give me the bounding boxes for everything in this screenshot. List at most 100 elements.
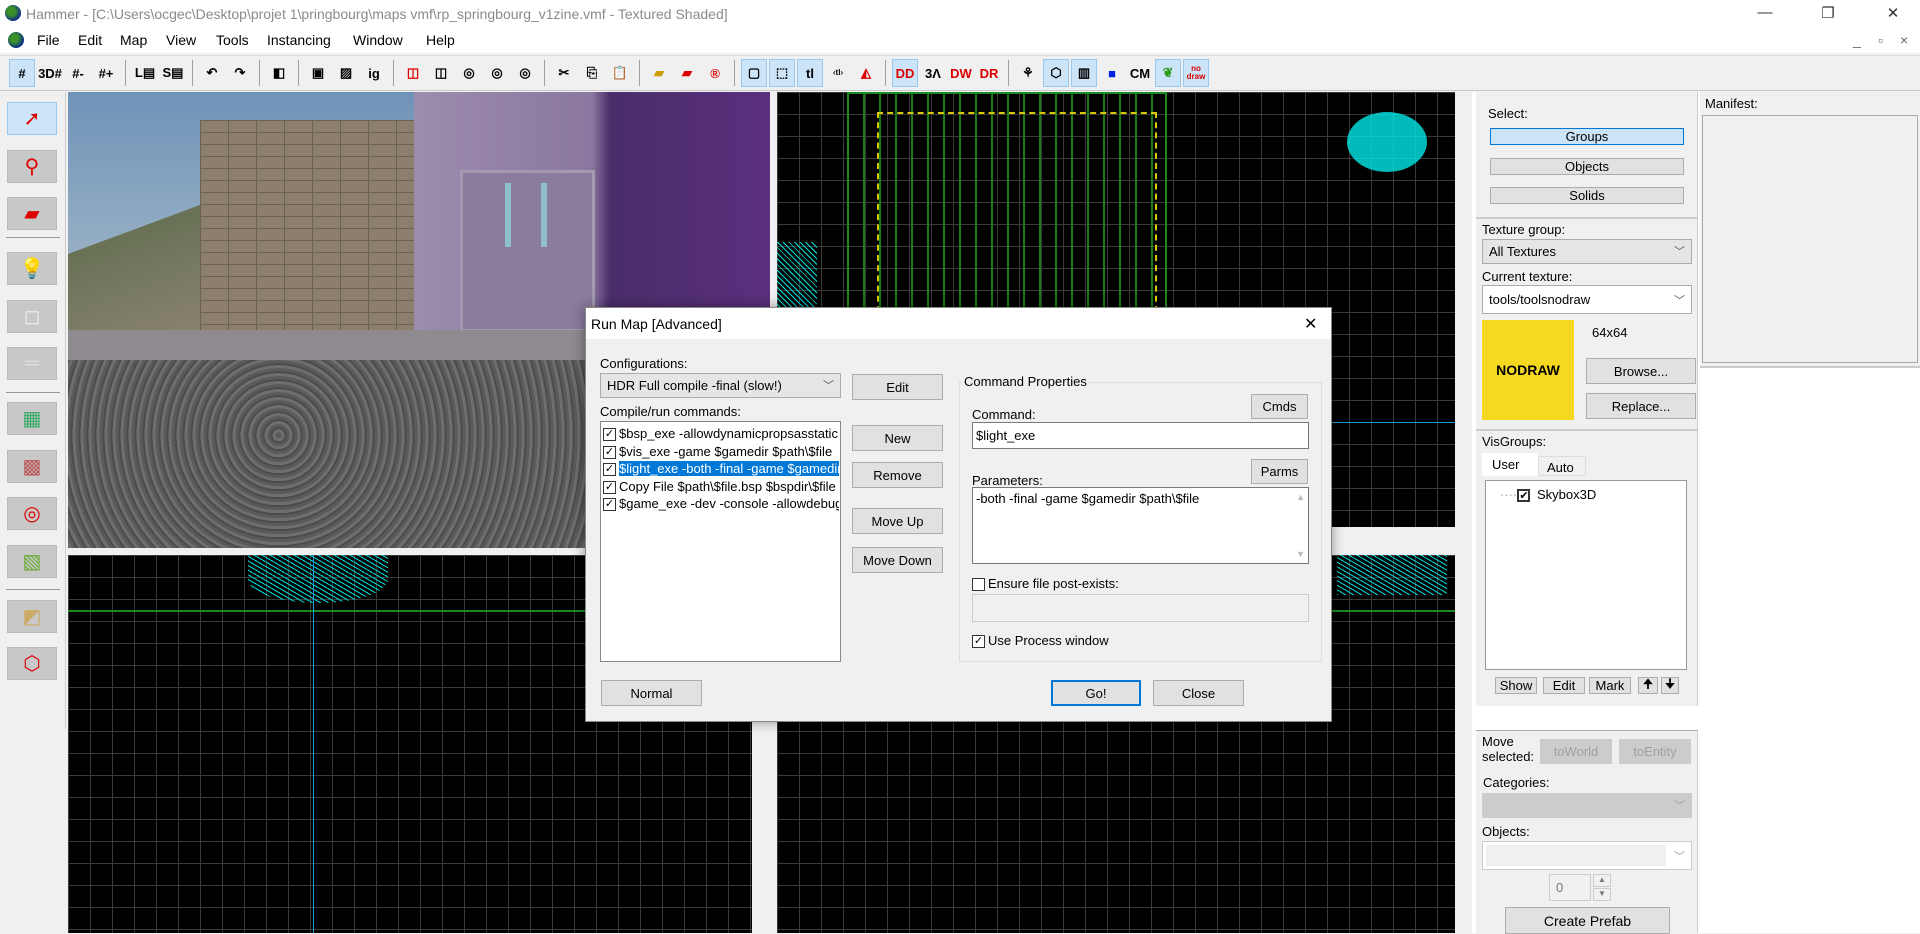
commands-list[interactable]: ✓ $bsp_exe -allowdynamicpropsasstatic ✓ $vi… (600, 421, 841, 662)
menu-help[interactable]: Help (426, 32, 455, 48)
vertical-scrollbar[interactable] (1455, 92, 1472, 527)
models-icon[interactable]: ⬡ (1043, 59, 1069, 87)
smaller-grid-icon[interactable]: #- (65, 59, 91, 87)
group-icon[interactable]: ▣ (305, 59, 331, 87)
blue-squares-icon[interactable]: ■ (1099, 59, 1125, 87)
mdi-close-button[interactable]: × (1900, 32, 1908, 48)
copy-icon[interactable]: ⎘ (579, 59, 605, 87)
use-process-window-checkbox[interactable]: ✓ Use Process window (972, 633, 1109, 649)
command-checkbox[interactable]: ✓ (603, 480, 616, 494)
quick-hide-icon[interactable]: ◎ (484, 59, 510, 87)
move-down-button[interactable]: Move Down (852, 547, 943, 573)
command-row[interactable]: ✓ $game_exe -dev -console -allowdebug (603, 495, 839, 512)
count-input[interactable]: 0 (1549, 874, 1591, 901)
flip-icon[interactable]: ◭ (853, 59, 879, 87)
command-row[interactable]: ✓ $vis_exe -game $gamedir $path\$file (603, 443, 839, 460)
visgroup-item-skybox3d[interactable]: ···· ✔ Skybox3D (1500, 487, 1596, 503)
remove-button[interactable]: Remove (852, 462, 943, 488)
menu-edit[interactable]: Edit (78, 32, 102, 48)
dialog-close-icon[interactable]: ✕ (1304, 314, 1317, 334)
texture-group-select[interactable]: All Textures ﹀ (1482, 239, 1692, 264)
go-button[interactable]: Go! (1051, 680, 1141, 706)
larger-grid-icon[interactable]: #+ (93, 59, 119, 87)
close-window-button[interactable]: ✕ (1878, 4, 1908, 22)
parameters-textarea[interactable]: -both -final -game $gamedir $path\$file … (972, 487, 1309, 564)
visgroup-show-button[interactable]: Show (1495, 677, 1537, 694)
menu-window[interactable]: Window (353, 32, 403, 48)
command-input[interactable]: $light_exe (972, 422, 1309, 449)
command-checkbox[interactable]: ✓ (603, 428, 616, 442)
save-window-state-icon[interactable]: S▤ (160, 59, 186, 87)
command-checkbox[interactable]: ✓ (603, 463, 616, 477)
selection-tool-icon[interactable]: ➚ (7, 102, 57, 135)
apply-texture-icon[interactable]: ▩ (7, 450, 57, 483)
menu-map[interactable]: Map (120, 32, 147, 48)
nodraw-icon[interactable]: no draw (1183, 59, 1209, 87)
configuration-select[interactable]: HDR Full compile -final (slow!) ﹀ (600, 373, 841, 398)
clip-tool-icon[interactable]: ▧ (7, 545, 57, 578)
cm-icon[interactable]: CM (1127, 59, 1153, 87)
menu-file[interactable]: File (37, 32, 60, 48)
cordon-icon[interactable]: ▥ (1071, 59, 1097, 87)
cut-icon[interactable]: ✂ (551, 59, 577, 87)
vertex-tool-icon[interactable]: ⬡ (7, 647, 57, 680)
undo-icon[interactable]: ↶ (199, 59, 225, 87)
command-row[interactable]: ✓ Copy File $path\$file.bsp $bspdir\$file (603, 478, 839, 495)
leaf-icon[interactable]: ❦ (1155, 59, 1181, 87)
move-up-arrow-icon[interactable]: 🠉 (1638, 676, 1658, 694)
menu-instancing[interactable]: Instancing (267, 32, 331, 48)
scroll-up-icon[interactable]: ▲ (1296, 492, 1305, 502)
hide-unselected-icon[interactable]: ◫ (428, 59, 454, 87)
current-texture-select[interactable]: tools/toolsnodraw ﹀ (1482, 285, 1692, 314)
ungroup-icon[interactable]: ▨ (333, 59, 359, 87)
command-row[interactable]: ✓ $light_exe -both -final -game $gamedir (603, 460, 839, 477)
select-objects-button[interactable]: Objects (1490, 158, 1684, 175)
categories-select[interactable]: ﹀ (1482, 793, 1692, 818)
objects-select[interactable]: ﹀ (1482, 841, 1692, 870)
to-world-button[interactable]: toWorld (1540, 739, 1612, 764)
ensure-file-input[interactable] (972, 594, 1309, 622)
command-checkbox[interactable]: ✓ (603, 498, 616, 512)
minimize-button[interactable]: — (1750, 4, 1780, 21)
decal-tool-icon[interactable]: ═ (7, 347, 57, 380)
manifest-list[interactable] (1702, 115, 1918, 363)
command-checkbox[interactable]: ✓ (603, 445, 616, 459)
grid-icon[interactable]: # (9, 59, 35, 87)
tl-expand-icon[interactable]: ‹tl› (825, 59, 851, 87)
visgroup-edit-button[interactable]: Edit (1543, 677, 1585, 694)
block-tool-icon[interactable]: ◻ (7, 300, 57, 333)
vertical-scrollbar[interactable] (1455, 555, 1472, 933)
create-prefab-button[interactable]: Create Prefab (1505, 907, 1670, 934)
cmds-button[interactable]: Cmds (1251, 394, 1308, 419)
select-groups-button[interactable]: Groups (1490, 128, 1684, 145)
texture-scale-lock-icon[interactable]: ▰ (674, 59, 700, 87)
helper-icon[interactable]: ⚘ (1015, 59, 1041, 87)
ensure-file-checkbox[interactable]: Ensure file post-exists: (972, 576, 1119, 592)
parms-button[interactable]: Parms (1251, 459, 1308, 484)
tab-user[interactable]: User (1482, 453, 1538, 476)
menu-tools[interactable]: Tools (216, 32, 249, 48)
close-button[interactable]: Close (1153, 680, 1244, 706)
show-all-icon[interactable]: ◎ (456, 59, 482, 87)
new-button[interactable]: New (852, 425, 943, 451)
move-up-button[interactable]: Move Up (852, 508, 943, 534)
dr-icon[interactable]: DR (976, 59, 1002, 87)
entity-tool-icon[interactable]: 💡 (7, 252, 57, 285)
normal-button[interactable]: Normal (601, 680, 702, 706)
ignore-group-icon[interactable]: ig (361, 59, 387, 87)
texture-face-icon[interactable]: ◩ (7, 600, 57, 633)
select-solids-button[interactable]: Solids (1490, 187, 1684, 204)
browse-button[interactable]: Browse... (1586, 358, 1696, 384)
spin-down-icon[interactable]: ▼ (1593, 888, 1611, 901)
visgroup-mark-button[interactable]: Mark (1589, 677, 1631, 694)
carve-icon[interactable]: ◧ (266, 59, 292, 87)
overlay-tool-icon[interactable]: ◎ (7, 497, 57, 530)
magnify-tool-icon[interactable]: ⚲ (7, 150, 57, 183)
tl-icon[interactable]: tl (797, 59, 823, 87)
select-box-icon[interactable]: ⬚ (769, 59, 795, 87)
edit-button[interactable]: Edit (852, 374, 943, 400)
command-row[interactable]: ✓ $bsp_exe -allowdynamicpropsasstatic (603, 425, 839, 442)
menu-view[interactable]: View (166, 32, 196, 48)
mdi-restore-button[interactable]: ▫ (1878, 32, 1883, 48)
3d-alpha-icon[interactable]: 3Λ (920, 59, 946, 87)
